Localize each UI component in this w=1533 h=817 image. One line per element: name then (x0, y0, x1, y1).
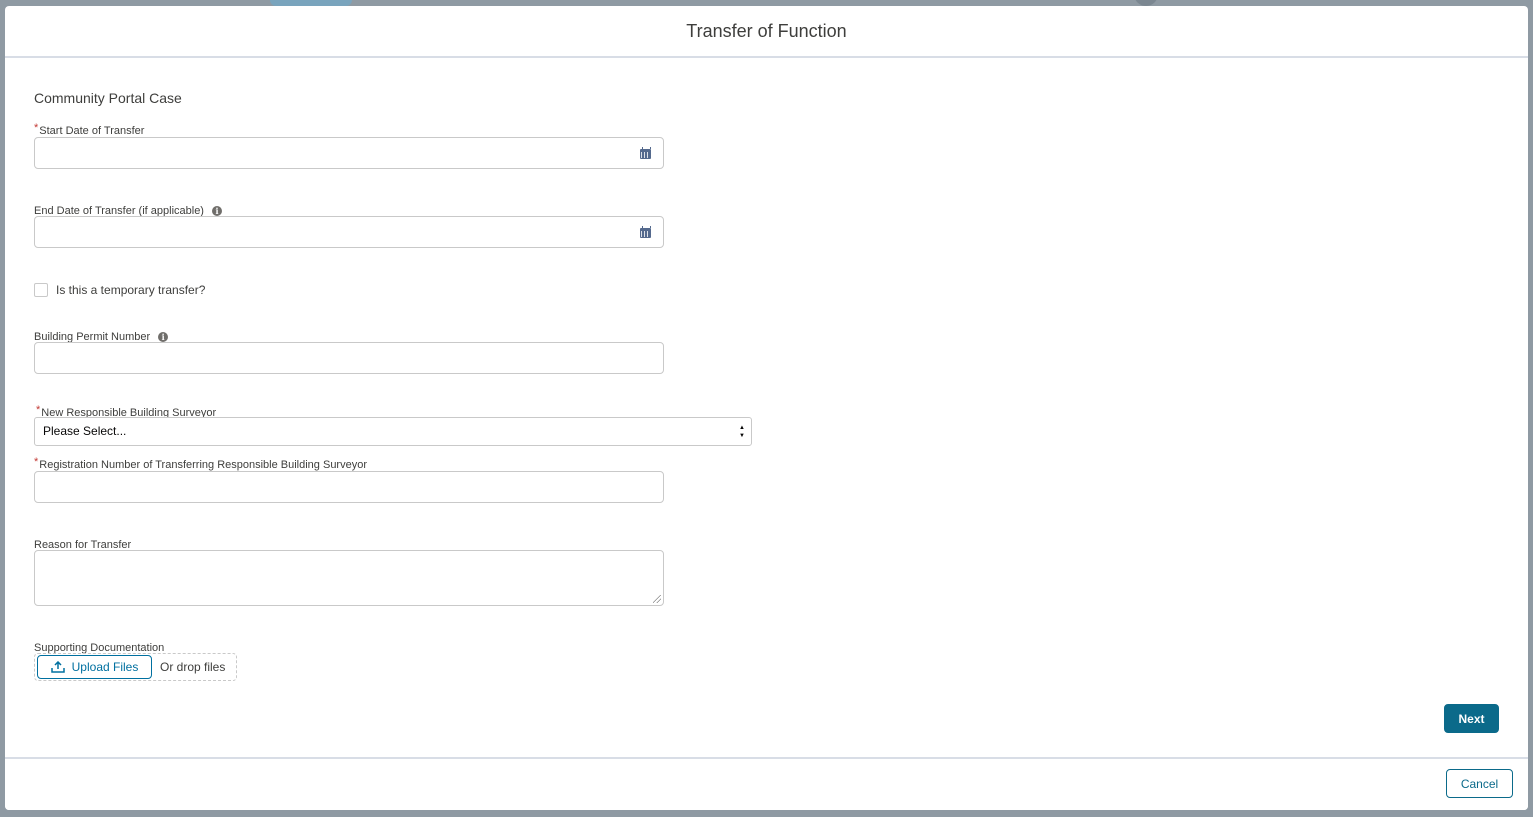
resize-handle[interactable] (653, 595, 661, 603)
calendar-icon[interactable] (640, 147, 651, 159)
permit-number-input[interactable] (34, 342, 664, 374)
temporary-transfer-row: Is this a temporary transfer? (34, 283, 205, 297)
modal-title: Transfer of Function (686, 20, 847, 41)
reason-textarea[interactable] (34, 550, 664, 606)
modal-footer: Cancel (5, 757, 1528, 810)
end-date-input[interactable] (34, 216, 664, 248)
calendar-icon[interactable] (640, 226, 651, 238)
modal-body: Community Portal Case * Start Date of Tr… (5, 58, 1528, 758)
next-button[interactable]: Next (1444, 704, 1499, 733)
section-title: Community Portal Case (34, 90, 182, 106)
start-date-label: * Start Date of Transfer (34, 122, 145, 137)
select-arrows-icon: ▲ ▼ (739, 425, 745, 439)
start-date-input[interactable] (34, 137, 664, 169)
file-dropzone[interactable]: Upload Files Or drop files (34, 653, 237, 681)
info-icon[interactable]: i (158, 332, 169, 342)
upload-files-button[interactable]: Upload Files (37, 655, 152, 679)
info-icon[interactable]: i (211, 206, 222, 216)
required-marker: * (34, 122, 39, 134)
temporary-transfer-checkbox[interactable] (34, 283, 48, 297)
cancel-button[interactable]: Cancel (1446, 769, 1513, 798)
temporary-transfer-label: Is this a temporary transfer? (56, 283, 206, 297)
new-surveyor-select[interactable]: Please Select... ▲ ▼ (34, 417, 752, 446)
upload-icon (50, 661, 65, 673)
required-marker: * (34, 456, 39, 468)
required-marker: * (36, 404, 41, 416)
registration-number-input[interactable] (34, 471, 664, 503)
registration-number-label-text: Registration Number of Transferring Resp… (39, 459, 367, 471)
transfer-modal: Transfer of Function Community Portal Ca… (5, 6, 1528, 810)
registration-number-label: * Registration Number of Transferring Re… (34, 456, 367, 471)
modal-header: Transfer of Function (5, 6, 1528, 58)
new-surveyor-selected: Please Select... (43, 424, 127, 438)
drop-files-text: Or drop files (160, 660, 226, 674)
upload-files-label: Upload Files (71, 660, 139, 674)
start-date-label-text: Start Date of Transfer (39, 125, 145, 137)
